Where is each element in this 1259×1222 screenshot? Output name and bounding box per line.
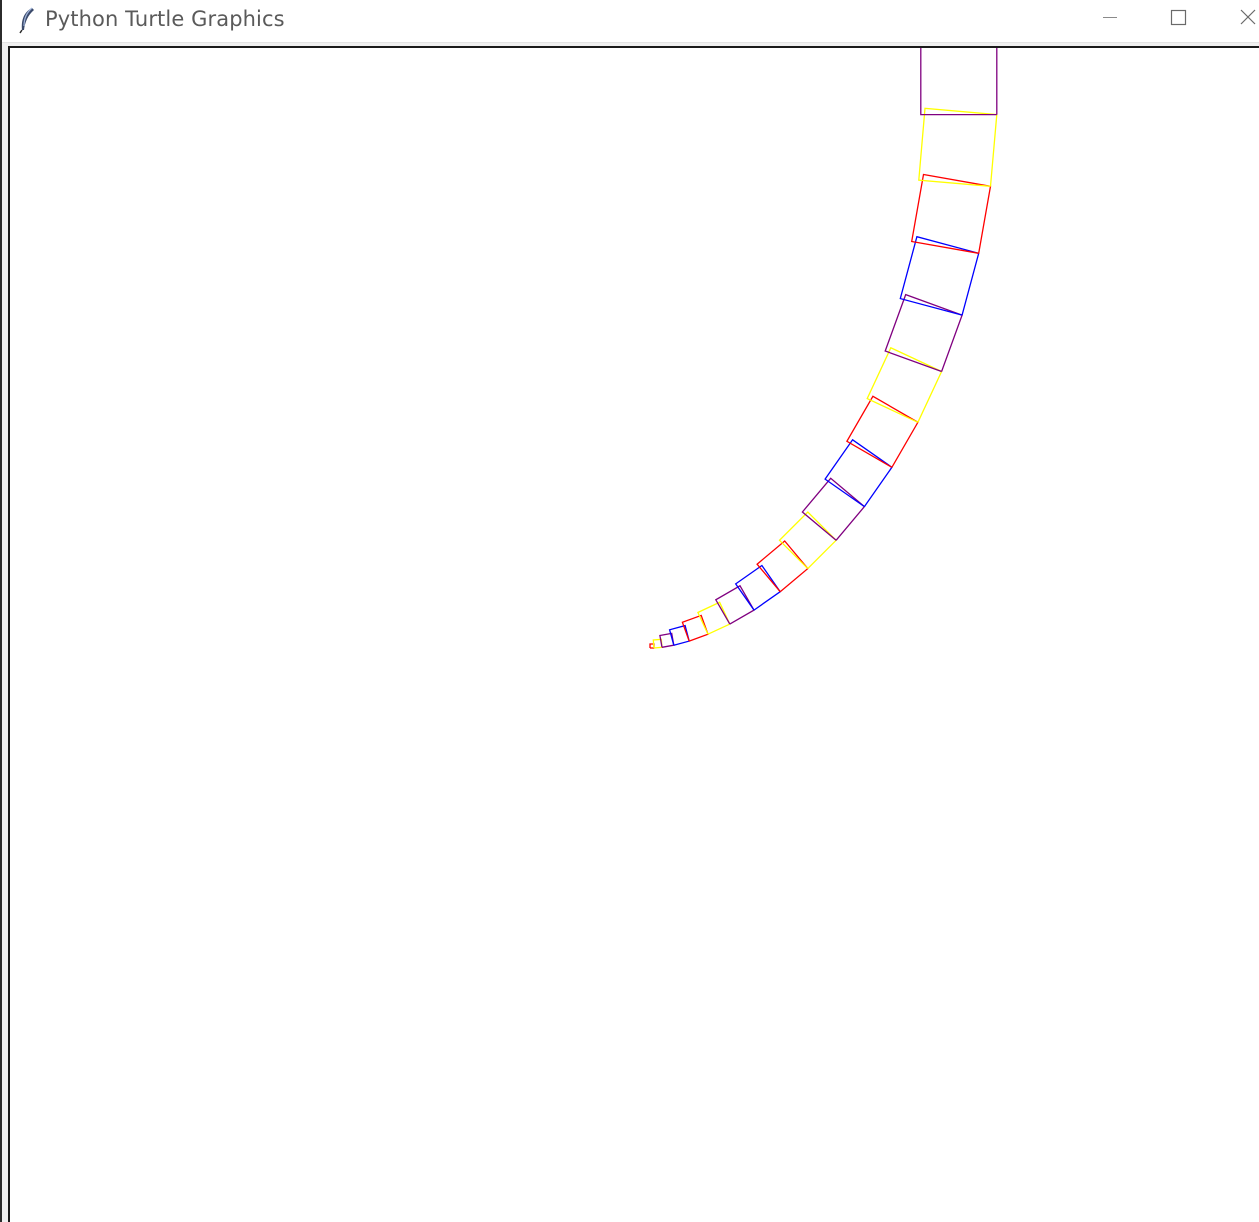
close-button[interactable] bbox=[1214, 0, 1259, 38]
feather-icon bbox=[16, 6, 38, 34]
window-title: Python Turtle Graphics bbox=[45, 7, 285, 31]
spiral-square bbox=[918, 107, 998, 187]
spiral-square bbox=[884, 293, 963, 373]
spiral-square bbox=[866, 346, 943, 423]
drawing-surface bbox=[649, 48, 998, 649]
spiral-square bbox=[920, 48, 998, 116]
turtle-window: Python Turtle Graphics bbox=[0, 0, 1259, 1222]
title-bar[interactable]: Python Turtle Graphics bbox=[2, 0, 1259, 43]
minimize-icon bbox=[1103, 17, 1117, 18]
spiral-square bbox=[910, 173, 992, 254]
minimize-button[interactable] bbox=[1074, 0, 1142, 38]
maximize-icon bbox=[1170, 9, 1187, 26]
spiral-square bbox=[824, 438, 893, 508]
turtle-canvas[interactable] bbox=[8, 46, 1259, 1222]
spiral-square bbox=[778, 511, 838, 570]
spiral-square bbox=[899, 235, 980, 316]
spiral-square bbox=[734, 564, 782, 611]
maximize-button[interactable] bbox=[1144, 0, 1212, 38]
close-icon bbox=[1240, 9, 1256, 25]
spiral-square bbox=[801, 477, 866, 541]
spiral-square bbox=[756, 540, 809, 593]
spiral-square bbox=[846, 395, 919, 468]
